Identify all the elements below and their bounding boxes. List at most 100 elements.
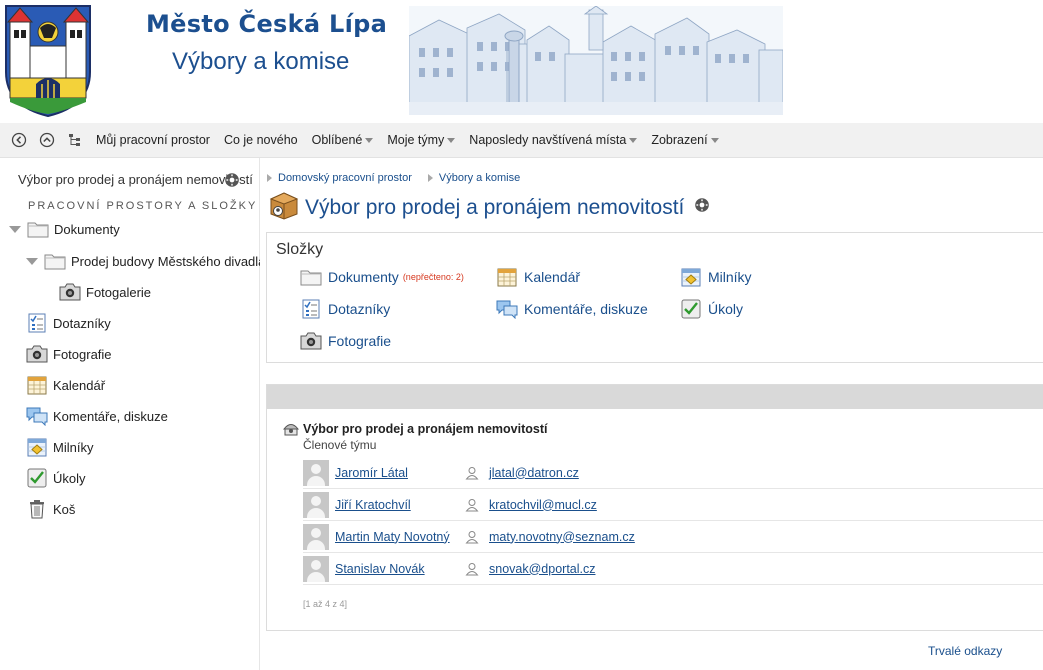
sidebar-item-label: Fotogalerie [86, 284, 152, 300]
person-icon[interactable] [463, 528, 481, 546]
sidebar-item-milniky[interactable]: Milníky [26, 437, 93, 457]
sidebar-item-label: Kalendář [53, 377, 106, 393]
page-title: Výbor pro prodej a pronájem nemovitostí [305, 195, 685, 219]
folder-link-ukoly[interactable]: Úkoly [679, 299, 743, 319]
avatar [303, 491, 329, 518]
site-title: Město Česká Lípa [146, 10, 388, 38]
folder-link-label: Fotografie [328, 333, 392, 349]
milestones-icon [26, 437, 48, 457]
tree-view-icon[interactable] [66, 131, 84, 149]
camera-icon [59, 282, 81, 302]
folder-icon [299, 267, 323, 287]
person-icon[interactable] [463, 496, 481, 514]
permalinks-link[interactable]: Trvalé odkazy [928, 644, 1002, 658]
breadcrumb-committees[interactable]: Výbory a komise [439, 172, 520, 184]
folder-icon [44, 251, 66, 271]
site-banner: Město Česká Lípa Výbory a komise [0, 0, 1043, 123]
camera-icon [299, 331, 323, 351]
gear-icon[interactable] [694, 197, 710, 218]
member-email-link[interactable]: kratochvil@mucl.cz [489, 498, 597, 512]
sidebar-item-label: Úkoly [53, 470, 86, 486]
nav-favorites[interactable]: Oblíbené [312, 133, 374, 147]
sidebar-item-kos[interactable]: Koš [26, 499, 75, 519]
member-name-link[interactable]: Jiří Kratochvíl [335, 498, 463, 512]
table-row: Jaromír Látal jlatal@datron.cz [303, 457, 1043, 489]
nav-my-workspace-label: Můj pracovní prostor [96, 133, 210, 147]
nav-my-workspace[interactable]: Můj pracovní prostor [96, 133, 210, 147]
gear-icon[interactable] [224, 172, 240, 193]
folder-link-kalendar[interactable]: Kalendář [495, 267, 580, 287]
team-subtitle: Členové týmu [303, 438, 377, 452]
trash-icon [26, 499, 48, 519]
nav-my-teams[interactable]: Moje týmy [387, 133, 456, 147]
folder-link-label: Úkoly [708, 301, 744, 317]
folder-link-dotazniky[interactable]: Dotazníky [299, 299, 390, 319]
sidebar-section-caption: PRACOVNÍ PROSTORY A SLOŽKY [28, 200, 258, 212]
folder-link-label: Kalendář [524, 269, 581, 285]
member-name-link[interactable]: Stanislav Novák [335, 562, 463, 576]
calendar-icon [495, 267, 519, 287]
member-email-link[interactable]: maty.novotny@seznam.cz [489, 530, 635, 544]
town-square-illustration [409, 6, 783, 115]
workspace-box-icon [269, 190, 299, 225]
sidebar-item-label: Koš [53, 501, 76, 517]
nav-whats-new[interactable]: Co je nového [224, 133, 298, 147]
team-title-label: Výbor pro prodej a pronájem nemovitostí [303, 422, 548, 436]
tasks-icon [26, 468, 48, 488]
up-icon[interactable] [38, 131, 56, 149]
nav-my-teams-label: Moje týmy [387, 133, 445, 147]
member-name-link[interactable]: Jaromír Látal [335, 466, 463, 480]
chevron-down-icon [629, 138, 638, 144]
comments-icon [495, 299, 519, 319]
sidebar-item-dokumenty[interactable]: Dokumenty [9, 219, 120, 239]
folders-heading: Složky [276, 241, 324, 258]
collapse-toggle-icon[interactable] [26, 257, 38, 265]
sidebar-item-fotogalerie[interactable]: Fotogalerie [59, 282, 151, 302]
avatar [303, 523, 329, 550]
member-email-link[interactable]: jlatal@datron.cz [489, 466, 579, 480]
sidebar: Výbor pro prodej a pronájem nemovitostí … [0, 158, 260, 670]
sidebar-item-label: Komentáře, diskuze [53, 408, 168, 424]
folder-link-label: Milníky [708, 269, 752, 285]
person-icon[interactable] [463, 560, 481, 578]
avatar [303, 555, 329, 582]
folder-link-komentare[interactable]: Komentáře, diskuze [495, 299, 648, 319]
folder-link-dokumenty[interactable]: Dokumenty (nepřečteno: 2) [299, 267, 464, 287]
breadcrumb-home[interactable]: Domovský pracovní prostor [278, 172, 412, 184]
survey-icon [26, 313, 48, 333]
member-email-link[interactable]: snovak@dportal.cz [489, 562, 596, 576]
chevron-down-icon [365, 138, 374, 144]
folder-link-fotografie[interactable]: Fotografie [299, 331, 391, 351]
nav-view-label: Zobrazení [651, 133, 708, 147]
folder-link-label: Dokumenty [328, 269, 399, 285]
sidebar-item-label: Dokumenty [54, 221, 120, 237]
sidebar-item-komentare[interactable]: Komentáře, diskuze [26, 406, 168, 426]
city-crest-logo [5, 5, 91, 118]
sidebar-item-prodej-budovy[interactable]: Prodej budovy Městského divadla [26, 251, 260, 271]
team-members-panel: Výbor pro prodej a pronájem nemovitostí … [266, 384, 1043, 631]
sidebar-item-label: Dotazníky [53, 315, 111, 331]
person-icon[interactable] [463, 464, 481, 482]
nav-view[interactable]: Zobrazení [651, 133, 719, 147]
sidebar-item-kalendar[interactable]: Kalendář [26, 375, 105, 395]
folder-link-label: Komentáře, diskuze [524, 301, 648, 317]
panel-header-bar [267, 385, 1043, 409]
member-name-link[interactable]: Martin Maty Novotný [335, 530, 463, 544]
camera-icon [26, 344, 48, 364]
table-row: Jiří Kratochvíl kratochvil@mucl.cz [303, 489, 1043, 521]
pagination-info: [1 až 4 z 4] [303, 599, 348, 609]
team-title: Výbor pro prodej a pronájem nemovitostí [283, 422, 547, 436]
main-content: Domovský pracovní prostor Výbory a komis… [261, 158, 1043, 670]
folder-link-milniky[interactable]: Milníky [679, 267, 752, 287]
sidebar-item-ukoly[interactable]: Úkoly [26, 468, 86, 488]
milestones-icon [679, 267, 703, 287]
sidebar-item-fotografie[interactable]: Fotografie [26, 344, 112, 364]
back-icon[interactable] [10, 131, 28, 149]
folder-icon [27, 219, 49, 239]
nav-recent-places[interactable]: Naposledy navštívená místa [469, 133, 638, 147]
sidebar-item-dotazniky[interactable]: Dotazníky [26, 313, 111, 333]
folders-panel: Složky Dokumenty (nepřečteno: 2) Dotazní… [266, 232, 1043, 363]
top-navigation-bar: Můj pracovní prostor Co je nového Oblíbe… [0, 123, 1043, 158]
nav-whats-new-label: Co je nového [223, 133, 298, 147]
collapse-toggle-icon[interactable] [9, 225, 21, 233]
